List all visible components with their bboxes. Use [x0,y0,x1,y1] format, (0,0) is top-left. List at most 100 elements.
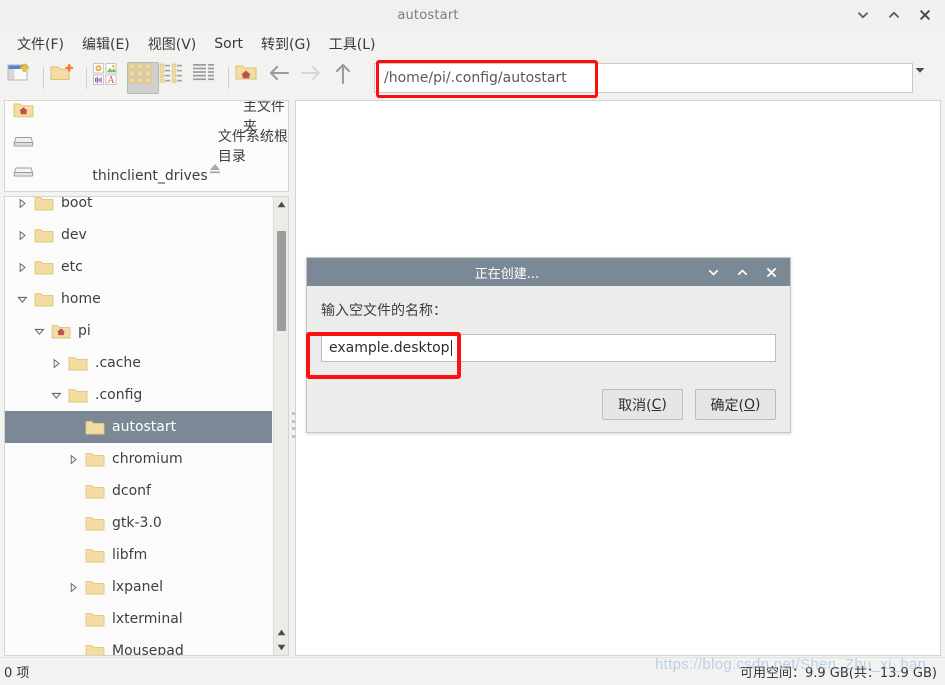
forward-button[interactable] [298,62,330,94]
tree-item-dconf[interactable]: dconf [5,475,272,507]
tree-item-chromium[interactable]: chromium [5,443,272,475]
ok-post: ) [755,396,761,413]
tree-twisty-collapsed-icon[interactable] [62,454,84,465]
cancel-button[interactable]: 取消(C) [602,389,683,420]
drive-icon [13,161,84,191]
up-button[interactable] [330,62,362,94]
window-titlebar: autostart [0,0,945,30]
tree-item-label: libfm [112,547,148,563]
toolbar-separator [43,67,44,89]
dialog-maximize-button[interactable] [736,266,749,279]
eject-icon[interactable] [208,161,279,191]
tree-twisty-expanded-icon[interactable] [45,390,67,401]
ok-button[interactable]: 确定(O) [695,389,776,420]
item-count-status: 0 项 [4,666,30,681]
tree-item-pi[interactable]: pi [5,315,272,347]
menu-file[interactable]: 文件(F) [8,31,73,57]
places-panel: 主文件夹 文件系统根目录 thinclient_drives [4,100,289,192]
folder-icon [33,259,55,276]
scroll-down-arrow[interactable] [274,640,288,655]
dialog-button-row: 取消(C) 确定(O) [602,389,776,420]
ok-key: O [743,396,756,413]
icon-view-button[interactable] [127,62,159,94]
place-filesystem-root[interactable]: 文件系统根目录 [5,129,288,165]
tree-item-label: dev [61,227,87,243]
home-icon [234,62,266,94]
tree-twisty-collapsed-icon[interactable] [11,198,33,209]
tree-item-label: .config [95,387,143,403]
tree-item-label: dconf [112,483,151,499]
folder-icon [33,227,55,244]
close-icon [918,8,932,22]
chevron-up-icon [887,8,901,22]
menu-tools[interactable]: 工具(L) [320,31,385,57]
home-folder-icon [13,101,235,131]
scrollbar-thumb[interactable] [277,231,286,331]
tree-twisty-collapsed-icon[interactable] [62,582,84,593]
tree-item-Mousepad[interactable]: Mousepad [5,635,272,655]
tree-item-dev[interactable]: dev [5,219,272,251]
up-arrow-icon [330,62,362,94]
tree-item-label: boot [61,197,93,211]
minimize-button[interactable] [856,8,870,22]
chevron-down-icon [913,63,939,93]
folder-icon [84,547,106,564]
filename-input[interactable]: example.desktop [321,334,776,362]
path-dropdown-button[interactable] [913,63,939,93]
close-button[interactable] [918,8,932,22]
path-input[interactable]: /home/pi/.config/autostart [374,63,913,93]
tree-item-gtk-3.0[interactable]: gtk-3.0 [5,507,272,539]
tree-twisty-collapsed-icon[interactable] [11,230,33,241]
menu-sort[interactable]: Sort [205,33,252,55]
tree-item-libfm[interactable]: libfm [5,539,272,571]
tree-item-label: .cache [95,355,141,371]
tree-item-lxpanel[interactable]: lxpanel [5,571,272,603]
folder-icon [84,515,106,532]
new-tab-icon [6,62,38,94]
path-bar: /home/pi/.config/autostart [374,62,939,94]
free-space-status: 可用空间：9.9 GB(共：13.9 GB) [739,666,937,681]
menu-go[interactable]: 转到(G) [252,31,320,57]
detailed-list-view-button[interactable] [191,62,223,94]
drive-icon [13,131,210,161]
tree-item-home[interactable]: home [5,283,272,315]
scroll-up-arrow[interactable] [274,197,288,212]
compact-view-button[interactable] [159,62,191,94]
tree-scrollbar[interactable] [273,197,288,655]
folder-icon [84,643,106,655]
tree-twisty-collapsed-icon[interactable] [45,358,67,369]
tree-item-label: gtk-3.0 [112,515,162,531]
folder-icon [67,355,89,372]
menu-view[interactable]: 视图(V) [139,31,206,57]
compact-view-icon [159,62,191,94]
tree-item-boot[interactable]: boot [5,197,272,219]
place-thinclient-drives[interactable]: thinclient_drives [5,161,288,191]
tree-twisty-expanded-icon[interactable] [11,294,33,305]
tree-item-label: lxterminal [112,611,183,627]
tree-item-dot-cache[interactable]: .cache [5,347,272,379]
tree-item-dot-config[interactable]: .config [5,379,272,411]
dialog-close-button[interactable] [765,266,778,279]
tree-item-label: etc [61,259,83,275]
show-thumbnails-button[interactable]: A [92,62,124,94]
tree-item-lxterminal[interactable]: lxterminal [5,603,272,635]
window-controls [856,8,945,22]
home-button[interactable] [234,62,266,94]
toolbar-separator [228,67,229,89]
tree-twisty-expanded-icon[interactable] [28,326,50,337]
place-label: 文件系统根目录 [217,129,288,165]
menu-edit[interactable]: 编辑(E) [73,31,139,57]
tree-item-autostart[interactable]: autostart [5,411,272,443]
new-folder-button[interactable] [49,62,81,94]
toolbar-separator [86,67,87,89]
folder-icon [33,291,55,308]
dialog-minimize-button[interactable] [707,266,720,279]
tree-item-etc[interactable]: etc [5,251,272,283]
scroll-down-arrow-upper[interactable] [274,625,288,640]
tree-twisty-collapsed-icon[interactable] [11,262,33,273]
dialog-titlebar: 正在创建... [307,258,790,286]
new-tab-button[interactable] [6,62,38,94]
folder-icon [84,451,106,468]
back-button[interactable] [266,62,298,94]
maximize-button[interactable] [887,8,901,22]
